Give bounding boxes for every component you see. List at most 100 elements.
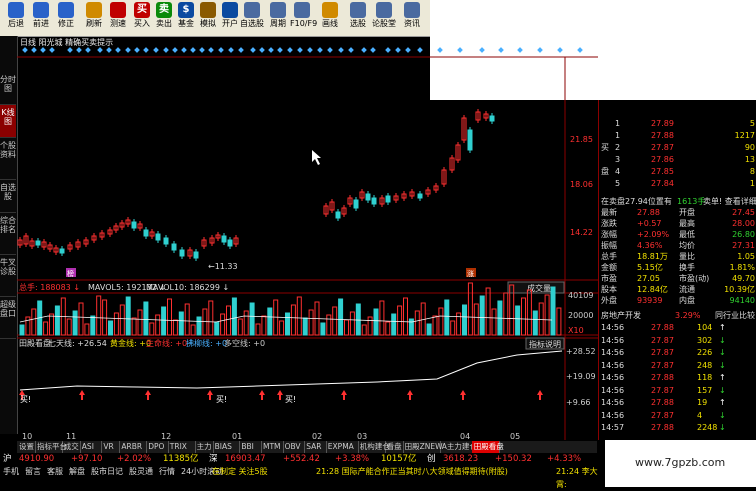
toolbar-button-0[interactable]: 后退 [4, 2, 28, 34]
volume-bar [90, 315, 96, 336]
stat-value: 49.70 [732, 274, 755, 283]
news-headline-3[interactable]: 21:24 李大霄: [556, 465, 605, 491]
indicator-tab-14[interactable]: EXPMA [326, 441, 359, 453]
indicator-header-1: 七天线: +26.54 [48, 338, 107, 348]
status-link-4[interactable]: 股市日记 [91, 465, 123, 478]
news-headline-2[interactable]: 21:28 国际产能合作正当其时八大领域值得期待(附股) [316, 465, 508, 478]
status-link-6[interactable]: 行情 [159, 465, 175, 478]
ticker-item: +97.10 [71, 454, 103, 464]
candle [35, 240, 41, 246]
indicator-tab-5[interactable]: ARBR [119, 441, 148, 453]
chart-canvas[interactable]: 21.85 18.06 14.22 ←11.33 榜 涨总手: 188083 ↓ MAVOL… [17, 45, 598, 441]
volume-bar [556, 307, 562, 336]
stat-value: +0.57 [637, 219, 662, 228]
side-tab-2[interactable]: 个股资料 [0, 138, 16, 180]
status-link-1[interactable]: 留言 [25, 465, 41, 478]
side-tab-0[interactable]: 分时图 [0, 72, 16, 105]
status-link-0[interactable]: 手机 [3, 465, 19, 478]
indicator-tab-17[interactable]: 田殿ZNEW [403, 441, 443, 453]
toolbar-button-8[interactable]: 模拟 [196, 2, 220, 34]
status-link-3[interactable]: 解盘 [69, 465, 85, 478]
stat-row: 股本 12.84亿 流通 10.39亿 [599, 284, 756, 295]
indicator-tab-19[interactable]: 田殿看盘 [471, 441, 504, 453]
toolbar-button-11[interactable]: 周期 [266, 2, 290, 34]
indicator-header-2: 黄金线: +0 [110, 338, 151, 348]
indicator-tab-2[interactable]: 成交 [62, 441, 81, 453]
side-tab-4[interactable]: 综合排名 [0, 213, 16, 255]
stat-row: 涨幅 +2.09% 最低 26.80 [599, 229, 756, 240]
date-tick: 01 [232, 432, 242, 441]
toolbar-button-1[interactable]: 前进 [29, 2, 53, 34]
toolbar-button-10[interactable]: 自选股 [240, 2, 264, 34]
down-arrow-icon: ↓ [719, 348, 726, 357]
stat-value: 1.05 [737, 252, 755, 261]
volume-bar [349, 311, 355, 336]
toolbar-button-16[interactable]: 资讯 [400, 2, 424, 34]
indicator-header-0: 田殿看盘 [19, 338, 51, 348]
indicator-tab-9[interactable]: BIAS [213, 441, 241, 453]
buy-signal-label: 买! [285, 395, 296, 404]
stat-value: +2.09% [637, 230, 670, 239]
candle [227, 239, 233, 247]
candle [353, 199, 359, 209]
date-tick: 04 [460, 432, 470, 441]
tick-volume: 118 [697, 373, 713, 382]
down-arrow-icon: ↓ [719, 423, 726, 432]
book-volume: 90 [744, 143, 755, 152]
volume-bar [532, 310, 538, 336]
indicator-tab-13[interactable]: SAR [304, 441, 327, 453]
indicator-tab-4[interactable]: VR [101, 441, 121, 453]
signal-diamond [172, 47, 178, 53]
toolbar-button-13[interactable]: 画线 [318, 2, 342, 34]
indicator-tab-7[interactable]: TRIX [168, 441, 196, 453]
status-link-2[interactable]: 客服 [47, 465, 63, 478]
indicator-tab-11[interactable]: MTM [261, 441, 284, 453]
signal-diamond [218, 47, 224, 53]
indicator-tab-0[interactable]: 设置 [17, 441, 36, 453]
toolbar-button-12[interactable]: F10/F9 [290, 2, 317, 34]
stat-label: 振幅 [601, 241, 617, 250]
candle [163, 237, 169, 245]
side-tab-5[interactable]: 牛叉诊股 [0, 255, 16, 297]
indicator-tab-1[interactable]: 指标平台 [35, 441, 67, 453]
toolbar-button-label: 选股 [350, 19, 366, 28]
toolbar-button-15[interactable]: 论股堂 [372, 2, 396, 34]
indicator-tab-8[interactable]: 主力 [195, 441, 214, 453]
side-tab-1[interactable]: K线图 [0, 105, 16, 138]
candle [467, 129, 473, 151]
volume-bar [108, 320, 113, 336]
toolbar-button-4[interactable]: 测速 [106, 2, 130, 34]
indicator-tab-18[interactable]: A主力建仓 [440, 441, 477, 453]
toolbar-button-3[interactable]: 刷新 [82, 2, 106, 34]
toolbar-button-7[interactable]: $ 基金 [174, 2, 198, 34]
toolbar-button-9[interactable]: 开户 [218, 2, 242, 34]
price-axis-label: 14.22 [570, 228, 593, 237]
signal-diamond [517, 47, 523, 53]
volume-bar [167, 298, 172, 336]
tick-row: 14:56 27.87 226 ↓ [599, 347, 756, 358]
signal-diamond [115, 47, 121, 53]
order-book-row: 3 27.86 13 [599, 154, 756, 165]
toolbar-button-label: 买入 [134, 19, 150, 28]
indicator-tab-15[interactable]: 机构建仓 [358, 441, 390, 453]
volume-bar [361, 324, 367, 336]
stat-label: 量比 [679, 252, 695, 261]
indicator-tab-6[interactable]: DPO [146, 441, 169, 453]
toolbar-button-5[interactable]: 买买入 [130, 2, 154, 34]
toolbar-button-6[interactable]: 卖卖出 [152, 2, 176, 34]
status-link-5[interactable]: 股灵通 [129, 465, 153, 478]
buy-arrow-icon [460, 390, 466, 400]
toolbar-button-2[interactable]: 修正 [54, 2, 78, 34]
indicator-tab-10[interactable]: BBI [239, 441, 262, 453]
indicator-tab-16[interactable]: 看盘 [385, 441, 404, 453]
candle [365, 193, 371, 201]
side-tab-6[interactable]: 超级盘口 [0, 297, 16, 339]
side-tab-3[interactable]: 自选股 [0, 180, 16, 213]
news-headline-1[interactable]: 在制定 关注5股 [212, 465, 268, 478]
volume-bar [338, 298, 344, 336]
toolbar-button-14[interactable]: 选股 [346, 2, 370, 34]
indicator-tab-12[interactable]: OBV [283, 441, 306, 453]
stat-row: 金额 5.15亿 换手 1.81% [599, 262, 756, 273]
indicator-tab-3[interactable]: ASI [80, 441, 103, 453]
book-level: 1 [615, 119, 621, 128]
